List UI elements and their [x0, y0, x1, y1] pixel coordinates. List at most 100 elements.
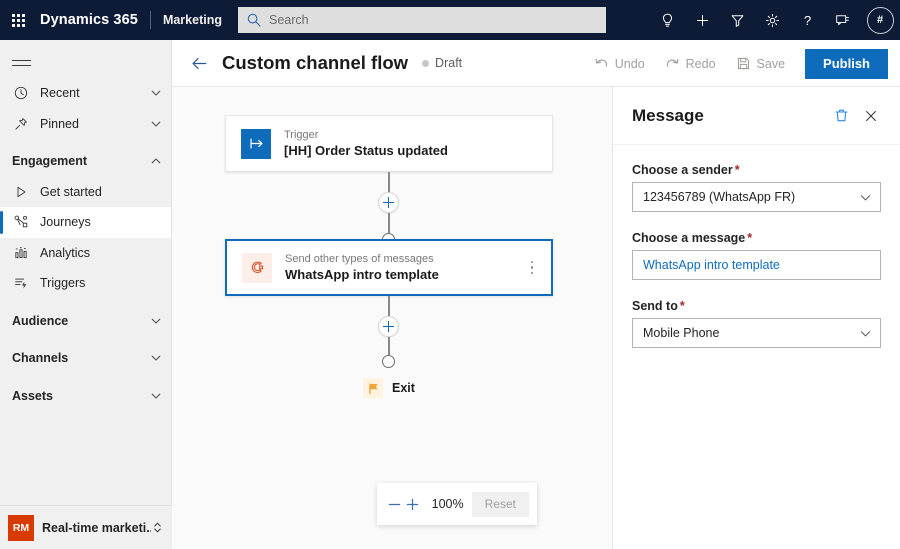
field-label-text: Choose a message [632, 231, 746, 245]
zoom-in-button[interactable] [403, 491, 421, 517]
sidebar-item-label: Recent [40, 86, 80, 101]
panel-close-button[interactable] [856, 101, 886, 131]
sidebar-item-analytics[interactable]: Analytics [0, 238, 171, 269]
connector-dot [382, 355, 395, 368]
sidebar-item-journeys[interactable]: Journeys [0, 207, 171, 238]
filter-button[interactable] [720, 0, 755, 40]
journey-canvas[interactable]: Trigger [HH] Order Status updated Send o… [172, 87, 612, 549]
trigger-node-text: Trigger [HH] Order Status updated [284, 128, 552, 159]
custom-channel-message-icon [242, 252, 272, 283]
connector-line [388, 172, 390, 192]
trigger-node-card[interactable]: Trigger [HH] Order Status updated [225, 115, 553, 172]
send-to-select[interactable]: Mobile Phone [632, 318, 881, 348]
add-step-button-2[interactable] [378, 316, 399, 337]
sidebar-group-label: Assets [12, 388, 53, 403]
settings-button[interactable] [755, 0, 790, 40]
save-icon [737, 57, 749, 70]
search-placeholder: Search [269, 13, 309, 27]
chevron-down-icon [151, 318, 161, 324]
message-properties-panel: Message Choose a sender * 123456789 (Wha… [612, 87, 900, 549]
svg-text:?: ? [804, 13, 811, 28]
avatar: # [866, 6, 894, 34]
undo-label: Undo [614, 56, 645, 71]
zoom-out-button[interactable] [385, 491, 403, 517]
global-search-box[interactable]: Search [238, 7, 606, 33]
quick-create-button[interactable] [685, 0, 720, 40]
filter-icon [731, 14, 744, 27]
message-node-text: Send other types of messages WhatsApp in… [285, 252, 521, 283]
chevron-up-down-icon [154, 522, 161, 533]
chevron-down-icon [151, 90, 161, 96]
add-step-button-1[interactable] [378, 192, 399, 213]
dynamics365-journey-designer: Dynamics 365 Marketing Search ? # Recent… [0, 0, 900, 549]
undo-icon [595, 58, 607, 67]
sidebar-group-engagement[interactable]: Engagement [0, 146, 171, 177]
feedback-icon [835, 15, 849, 26]
sidebar-group-channels[interactable]: Channels [0, 343, 171, 374]
sender-select-value: 123456789 (WhatsApp FR) [643, 190, 796, 204]
sidebar-group-audience[interactable]: Audience [0, 306, 171, 337]
sidebar-item-triggers[interactable]: Triggers [0, 268, 171, 299]
sidebar-group-label: Engagement [12, 154, 88, 169]
area-badge: RM [8, 514, 34, 541]
status-dot [422, 59, 430, 67]
app-launcher-button[interactable] [0, 0, 36, 40]
feedback-button[interactable] [825, 0, 860, 40]
sidebar-item-label: Analytics [40, 245, 91, 260]
zoom-reset-button[interactable]: Reset [471, 491, 529, 517]
sidebar-group-assets[interactable]: Assets [0, 381, 171, 412]
connector-line [388, 296, 390, 316]
message-node-card[interactable]: Send other types of messages WhatsApp in… [225, 239, 553, 296]
save-button[interactable]: Save [728, 49, 794, 79]
trigger-arrow-icon [241, 128, 271, 159]
field-label: Send to * [632, 299, 881, 313]
panel-body: Choose a sender * 123456789 (WhatsApp FR)… [613, 145, 900, 348]
panel-title: Message [632, 105, 704, 125]
trigger-node-title: [HH] Order Status updated [284, 143, 448, 158]
field-label: Choose a sender * [632, 163, 881, 177]
message-link-value: WhatsApp intro template [643, 258, 780, 272]
message-node-subtitle: Send other types of messages [285, 253, 434, 265]
lightbulb-button[interactable] [650, 0, 685, 40]
message-link-field[interactable]: WhatsApp intro template [632, 250, 881, 280]
sidebar-item-pinned[interactable]: Pinned [0, 109, 171, 140]
publish-button[interactable]: Publish [805, 48, 888, 79]
status-badge: Draft [422, 56, 462, 70]
required-asterisk: * [734, 163, 740, 177]
status-label: Draft [435, 56, 463, 70]
field-send-to: Send to * Mobile Phone [632, 299, 881, 348]
area-switcher-button[interactable]: RM Real-time marketi... [0, 505, 172, 549]
message-node-menu-button[interactable] [521, 260, 543, 275]
panel-header: Message [613, 87, 900, 145]
user-avatar-button[interactable]: # [860, 0, 900, 40]
journeys-icon [12, 213, 30, 231]
back-button[interactable] [180, 40, 218, 87]
chevron-down-icon [151, 355, 161, 361]
sidebar-item-get-started[interactable]: Get started [0, 177, 171, 208]
sender-select[interactable]: 123456789 (WhatsApp FR) [632, 182, 881, 212]
waffle-icon [11, 13, 25, 27]
field-choose-a-sender: Choose a sender * 123456789 (WhatsApp FR) [632, 163, 881, 212]
sidebar-item-recent[interactable]: Recent [0, 78, 171, 109]
chevron-down-icon [151, 393, 161, 399]
redo-button[interactable]: Redo [657, 49, 724, 79]
required-asterisk: * [747, 231, 753, 245]
help-button[interactable]: ? [790, 0, 825, 40]
command-bar-actions: Undo Redo Save Publish [586, 40, 888, 87]
chevron-up-icon [151, 158, 161, 164]
undo-button[interactable]: Undo [586, 49, 653, 79]
sidebar-toggle-button[interactable] [0, 48, 172, 78]
brand-title: Dynamics 365 [40, 12, 138, 28]
panel-delete-button[interactable] [826, 101, 856, 131]
chevron-down-icon [860, 330, 871, 336]
lightbulb-icon [662, 13, 673, 27]
exit-node[interactable]: Exit [363, 378, 415, 398]
field-label-text: Send to [632, 299, 678, 313]
minus-icon [388, 503, 400, 505]
redo-label: Redo [685, 56, 716, 71]
trigger-node-subtitle: Trigger [284, 129, 319, 141]
flag-icon [363, 378, 383, 398]
plus-icon [697, 14, 708, 26]
